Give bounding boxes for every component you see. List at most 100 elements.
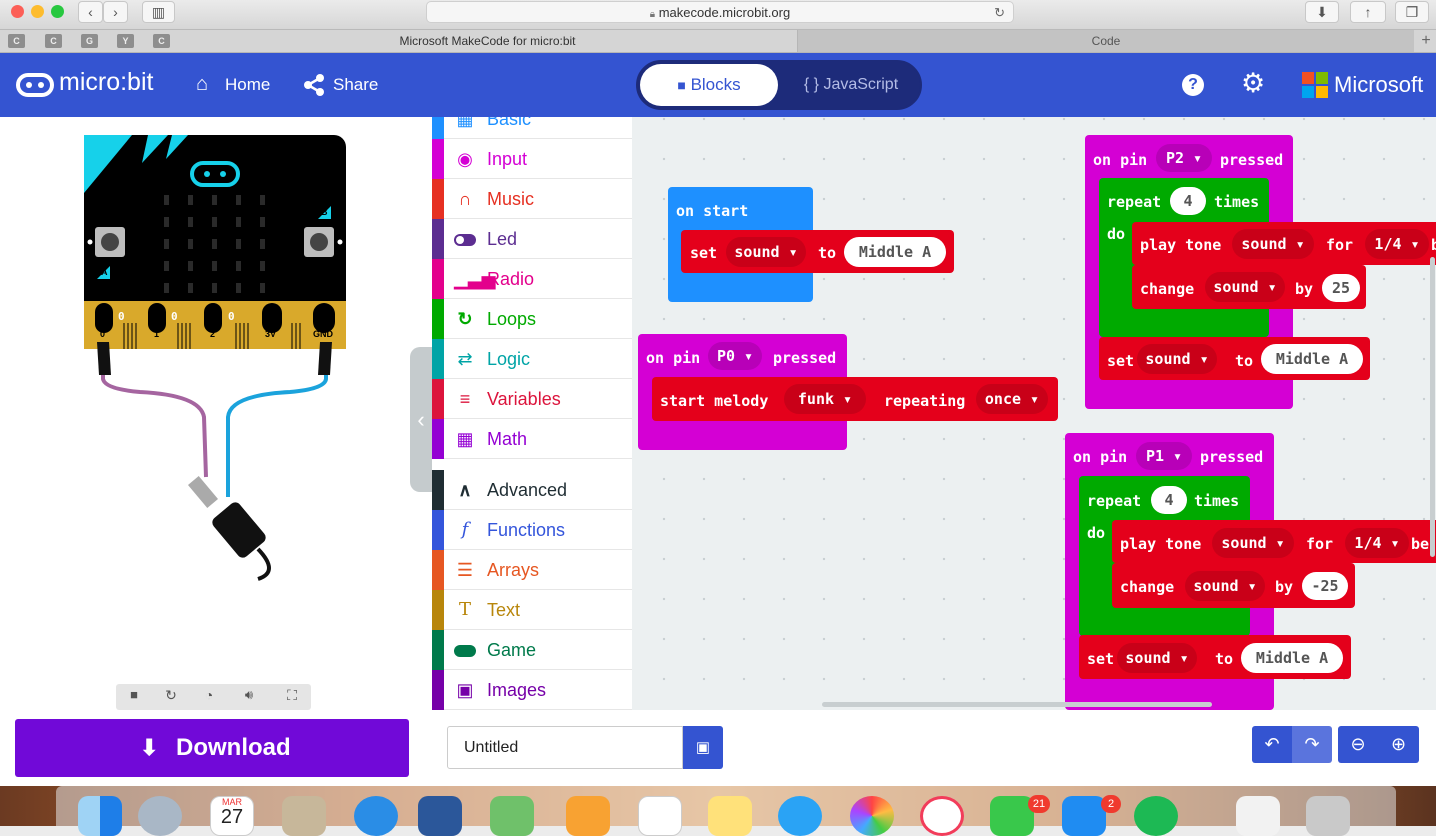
maps-icon[interactable]	[490, 796, 534, 836]
pin-dropdown[interactable]: P0 ▾	[708, 342, 762, 370]
toolbox-category-arrays[interactable]: ☰ Arrays	[432, 550, 632, 590]
melody-dropdown[interactable]: funk ▾	[784, 384, 866, 414]
javascript-mode-button[interactable]: { } JavaScript	[786, 64, 916, 106]
favorite-item[interactable]: C	[8, 34, 25, 48]
app-store-icon[interactable]	[1062, 796, 1106, 836]
slow-motion-icon[interactable]: ◔	[196, 687, 222, 707]
toolbox-category-functions[interactable]: f Functions	[432, 510, 632, 550]
logo-text[interactable]: micro:bit	[59, 68, 153, 97]
spotify-icon[interactable]	[1134, 796, 1178, 836]
variable-dropdown[interactable]: sound ▾	[726, 237, 806, 267]
toolbox-category-basic[interactable]: ▦ Basic	[432, 117, 632, 139]
zoom-in-button[interactable]: ⊕	[1378, 726, 1419, 763]
tabs-overview-button[interactable]: ❐	[1395, 1, 1429, 23]
safari-icon[interactable]	[354, 796, 398, 836]
pin-dropdown[interactable]: P2 ▾	[1156, 144, 1212, 172]
close-window-button[interactable]	[11, 5, 24, 18]
beat-dropdown[interactable]: 1/4 ▾	[1365, 229, 1429, 259]
undo-button[interactable]: ↶	[1252, 726, 1292, 763]
beat-dropdown[interactable]: 1/4 ▾	[1345, 528, 1409, 558]
change-variable-dropdown[interactable]: sound ▾	[1185, 571, 1265, 601]
pin-label[interactable]: 0	[100, 329, 105, 339]
zoom-out-button[interactable]: ⊖	[1338, 726, 1378, 763]
pin-label[interactable]: 1	[154, 329, 159, 339]
notes-icon[interactable]	[708, 796, 752, 836]
music-icon[interactable]	[920, 796, 964, 836]
reload-icon[interactable]: ↻	[994, 2, 1005, 23]
finder-icon[interactable]	[78, 796, 122, 836]
change-amount-field[interactable]: -25	[1302, 572, 1348, 600]
help-icon[interactable]: ?	[1182, 74, 1204, 96]
microbit-logo-icon[interactable]	[16, 73, 54, 97]
favorite-item[interactable]: Y	[117, 34, 134, 48]
variable-dropdown[interactable]: sound ▾	[1117, 643, 1197, 673]
save-button[interactable]: ▣	[683, 726, 723, 769]
toolbox-category-text[interactable]: T Text	[432, 590, 632, 630]
change-variable-dropdown[interactable]: sound ▾	[1205, 272, 1285, 302]
share-page-button[interactable]: ↑	[1350, 1, 1386, 23]
blocks-workspace[interactable]: on start set sound ▾ to Middle A on pin …	[632, 117, 1436, 710]
calendar-icon[interactable]: MAR 27	[210, 796, 254, 836]
button-b[interactable]	[302, 225, 336, 259]
launchpad-icon[interactable]	[138, 796, 182, 836]
home-button[interactable]: Home	[225, 75, 270, 95]
change-amount-field[interactable]: 25	[1322, 274, 1360, 302]
stop-icon[interactable]: ■	[121, 687, 147, 707]
back-button[interactable]: ‹	[78, 1, 103, 23]
tone-variable-dropdown[interactable]: sound ▾	[1232, 229, 1314, 259]
mail-stamp-icon[interactable]	[282, 796, 326, 836]
toolbox-category-math[interactable]: ▦ Math	[432, 419, 632, 459]
photos-icon[interactable]	[850, 796, 894, 836]
minimize-window-button[interactable]	[31, 5, 44, 18]
document-icon[interactable]	[1236, 796, 1280, 836]
repeat-count-field[interactable]: 4	[1170, 187, 1206, 215]
pin-label[interactable]: 3V	[265, 329, 276, 339]
pin-dropdown[interactable]: P1 ▾	[1136, 442, 1192, 470]
messages-icon[interactable]	[778, 796, 822, 836]
toolbox-category-logic[interactable]: ⇄ Logic	[432, 339, 632, 379]
variable-dropdown[interactable]: sound ▾	[1137, 344, 1217, 374]
new-tab-button[interactable]: +	[1416, 30, 1436, 52]
toolbox-category-radio[interactable]: ▁▃▅ Radio	[432, 259, 632, 299]
download-button[interactable]: ⬇ Download	[15, 719, 409, 777]
toolbox-category-advanced[interactable]: ∧ Advanced	[432, 470, 632, 510]
horizontal-scrollbar[interactable]	[822, 702, 1212, 707]
reminders-icon[interactable]	[638, 796, 682, 836]
favorite-item[interactable]: C	[153, 34, 170, 48]
note-value-field[interactable]: Middle A	[1261, 344, 1363, 374]
toolbox-category-loops[interactable]: ↻ Loops	[432, 299, 632, 339]
address-bar[interactable]: 🔒︎ makecode.microbit.org ↻	[426, 1, 1014, 23]
pin-label[interactable]: 2	[210, 329, 215, 339]
note-value-field[interactable]: Middle A	[1241, 643, 1343, 673]
downloads-button[interactable]: ⬇	[1305, 1, 1339, 23]
redo-button[interactable]: ↷	[1292, 726, 1332, 763]
toolbox-category-led[interactable]: Led	[432, 219, 632, 259]
trash-icon[interactable]	[1306, 796, 1350, 836]
pin-label[interactable]: GND	[313, 329, 333, 339]
sidebar-toggle-button[interactable]: ▥	[142, 1, 175, 23]
button-a[interactable]	[94, 225, 128, 259]
project-name-input[interactable]: Untitled	[447, 726, 683, 769]
toolbox-category-images[interactable]: ▣ Images	[432, 670, 632, 710]
toolbox-category-input[interactable]: ◉ Input	[432, 139, 632, 179]
repeat-count-field[interactable]: 4	[1151, 486, 1187, 514]
forward-button[interactable]: ›	[103, 1, 128, 23]
blocks-mode-button[interactable]: ■ Blocks	[640, 64, 778, 106]
books-icon[interactable]	[566, 796, 610, 836]
volume-icon[interactable]: 🔊︎	[236, 687, 262, 707]
note-value-field[interactable]: Middle A	[844, 237, 946, 267]
fullscreen-icon[interactable]: ⛶	[279, 687, 305, 707]
zoom-window-button[interactable]	[51, 5, 64, 18]
tab-code[interactable]: Code	[798, 30, 1414, 52]
gear-icon[interactable]: ⚙	[1241, 68, 1265, 99]
restart-icon[interactable]: ↻	[158, 687, 184, 707]
favorite-item[interactable]: G	[81, 34, 98, 48]
microsoft-brand[interactable]: Microsoft	[1334, 72, 1423, 98]
toolbox-category-variables[interactable]: ≡ Variables	[432, 379, 632, 419]
favorite-item[interactable]: C	[45, 34, 62, 48]
repeat-mode-dropdown[interactable]: once ▾	[976, 384, 1048, 414]
tab-makecode[interactable]: Microsoft MakeCode for micro:bit	[178, 30, 798, 52]
collapse-simulator-button[interactable]: ‹	[410, 347, 432, 492]
toolbox-category-game[interactable]: Game	[432, 630, 632, 670]
vertical-scrollbar[interactable]	[1430, 257, 1435, 557]
